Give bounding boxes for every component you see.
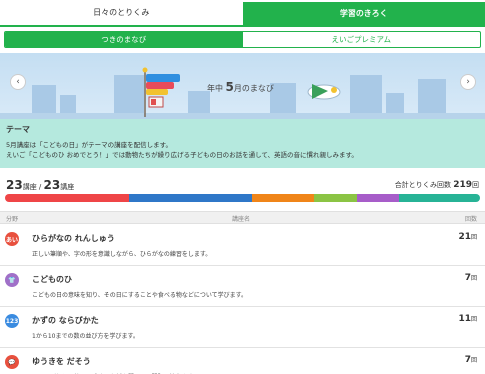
theme-section: テーマ 5月講座は「こどもの日」がテーマの講座を配信します。 えいご「こどものひ… — [0, 119, 485, 168]
theme-line-2: えいご「こどものひ おめでとう！」では動物たちが繰り広げる子どもの日のお話を通し… — [6, 151, 358, 159]
course-count: 11回 — [458, 314, 477, 324]
course-counts: 23講座 / 23講座 合計とりくみ回数 219回 — [6, 178, 479, 192]
next-month-button[interactable]: › — [460, 74, 476, 90]
hiragana-icon: あい — [5, 232, 19, 246]
icon-glyph: 💬 — [8, 358, 16, 366]
tab-learning-record[interactable]: 学習のきろく — [242, 2, 485, 25]
count-unit: 回 — [470, 316, 477, 323]
progress-segment — [313, 194, 357, 202]
total-attempts: 合計とりくみ回数 219回 — [395, 180, 479, 190]
tab-daily-activity[interactable]: 日々のとりくみ — [0, 0, 243, 25]
category-progress-bar — [5, 194, 480, 202]
course-title: こどものひ — [32, 275, 72, 284]
prev-month-button[interactable]: ‹ — [10, 74, 26, 90]
tab-english-premium[interactable]: えいごプレミアム — [243, 32, 481, 47]
main-tabs: 日々のとりくみ 学習のきろく — [0, 0, 485, 27]
total-count: 23 — [43, 178, 61, 192]
table-row[interactable]: あい ひらがなの れんしゅう正しい筆順や、字の形を意識しながら、ひらがなの練習をし… — [0, 225, 485, 266]
header-count: 回数 — [464, 216, 477, 223]
theme-line-1: 5月講座は「こどもの日」がテーマの講座を配信します。 — [6, 141, 172, 149]
course-count: 7回 — [465, 273, 477, 283]
course-title: かずの ならびかた — [32, 316, 99, 325]
count-unit: 回 — [470, 234, 477, 241]
tab-monthly-learning[interactable]: つきのまなび — [5, 32, 243, 47]
icon-glyph: あい — [5, 236, 18, 244]
count-unit: 回 — [470, 357, 477, 364]
shirt-icon: 👕 — [5, 273, 19, 287]
table-header: 分野 講座名 回数 — [0, 211, 485, 224]
month-banner: 年中 5月のまなび ‹ › — [0, 53, 485, 119]
month-number: 5 — [225, 80, 234, 94]
course-title: ひらがなの れんしゅう — [32, 234, 115, 243]
count-value: 21 — [458, 232, 471, 242]
koinobori-icon — [142, 67, 180, 117]
theme-heading: テーマ — [6, 125, 30, 134]
progress-segment — [128, 194, 252, 202]
course-title: ゆうきを だそう — [32, 357, 91, 366]
total-attempts-value: 219 — [453, 180, 472, 190]
sub-tabs: つきのまなび えいごプレミアム — [4, 31, 481, 48]
total-attempts-label: 合計とりくみ回数 — [394, 181, 454, 189]
course-count: 21回 — [458, 232, 477, 242]
count-value: 11 — [458, 314, 471, 324]
month-title: 年中 5月のまなび — [207, 80, 274, 94]
airplane-icon — [307, 84, 341, 100]
month-title-prefix: 年中 — [207, 84, 226, 93]
count-unit: 回 — [470, 275, 477, 282]
done-count: 23 — [6, 178, 23, 192]
progress-segment — [356, 194, 400, 202]
chevron-left-icon: ‹ — [16, 77, 20, 87]
count-separator: / — [36, 183, 44, 191]
done-unit: 講座 — [22, 183, 37, 191]
icon-glyph: 👕 — [8, 276, 16, 284]
course-description: こどもの日の意味を知り、その日にすることや食べる物などについて学びます。 — [32, 292, 248, 299]
course-count: 23講座 / 23講座 — [6, 178, 74, 192]
course-description: 正しい筆順や、字の形を意識しながら、ひらがなの練習をします。 — [32, 251, 212, 258]
header-course-name: 講座名 — [232, 216, 251, 223]
progress-segment — [5, 194, 129, 202]
course-count: 7回 — [465, 355, 477, 365]
icon-glyph: 123 — [5, 317, 19, 325]
chevron-right-icon: › — [466, 77, 470, 87]
numbers-icon: 123 — [5, 314, 19, 328]
course-description: 1から10までの数の並び方を学びます。 — [32, 333, 139, 340]
speech-icon: 💬 — [5, 355, 19, 369]
month-title-suffix: 月のまなび — [233, 84, 274, 93]
header-category: 分野 — [6, 216, 19, 223]
total-attempts-unit: 回 — [472, 181, 479, 189]
progress-segment — [399, 194, 480, 202]
table-row[interactable]: 123 かずの ならびかた 1から10までの数の並び方を学びます。 11回 — [0, 307, 485, 348]
table-row[interactable]: 💬ゆうきを だそうこいのぼりと一緒に冒険するお話を聞いて、問題に答えます。7回 — [0, 348, 485, 374]
progress-segment — [252, 194, 314, 202]
total-unit: 講座 — [60, 183, 75, 191]
table-row[interactable]: 👕 こどものひこどもの日の意味を知り、その日にすることや食べる物などについて学びま… — [0, 266, 485, 307]
